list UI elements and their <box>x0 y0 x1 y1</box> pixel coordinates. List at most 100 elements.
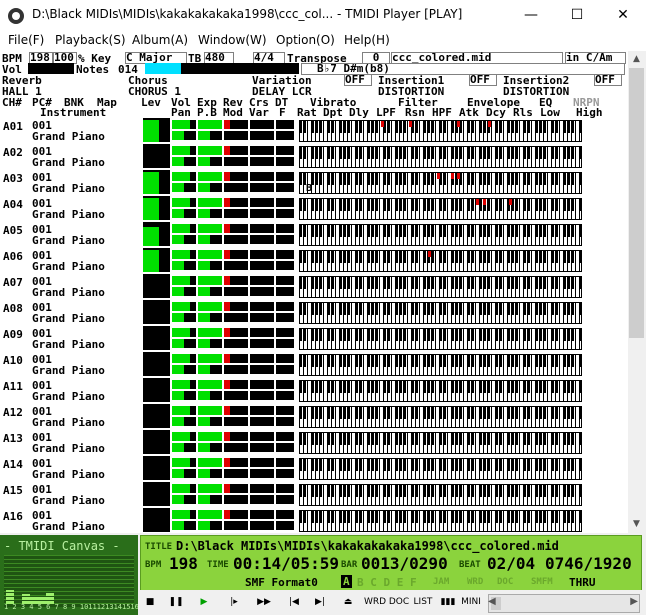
channel-row[interactable]: A14 001 Grand Piano <box>0 455 628 481</box>
param-bar <box>276 469 294 478</box>
list-button[interactable]: LIST <box>412 593 434 611</box>
black-keys <box>300 277 581 289</box>
channel-row[interactable]: A04 001 Grand Piano <box>0 195 628 221</box>
param-fill <box>198 183 210 192</box>
channel-row[interactable]: A12 001 Grand Piano <box>0 403 628 429</box>
slider-left-icon[interactable]: ◀ <box>488 596 496 607</box>
channel-row[interactable]: A07 001 Grand Piano <box>0 273 628 299</box>
channel-row[interactable]: A01 001 Grand Piano <box>0 117 628 143</box>
channel-label: A04 <box>3 198 23 211</box>
previous-icon[interactable]: |◀ <box>284 593 304 611</box>
param-bar <box>224 172 248 181</box>
param-fill <box>198 276 222 285</box>
param-bar <box>250 276 274 285</box>
black-keys <box>300 433 581 445</box>
param-fill <box>172 250 190 259</box>
menu-help[interactable]: Help(H) <box>344 33 390 47</box>
param-bar <box>276 157 294 166</box>
menu-option[interactable]: Option(O) <box>276 33 335 47</box>
level-icon[interactable]: ▮▮▮ <box>438 593 458 611</box>
menu-window[interactable]: Window(W) <box>198 33 267 47</box>
channel-row[interactable]: A15 001 Grand Piano <box>0 481 628 507</box>
param-bar <box>224 287 248 296</box>
param-fill <box>224 276 230 285</box>
channel-row[interactable]: A13 001 Grand Piano <box>0 429 628 455</box>
param-bar <box>276 510 294 519</box>
scroll-down-icon[interactable]: ▼ <box>628 516 645 533</box>
param-bar <box>224 261 248 270</box>
fast-forward-icon[interactable]: ▶▶ <box>254 593 274 611</box>
menu-file[interactable]: File(F) <box>8 33 44 47</box>
level-meter <box>143 118 170 142</box>
param-bar <box>250 198 274 207</box>
param-bar <box>198 313 222 322</box>
close-button[interactable]: ✕ <box>600 0 646 31</box>
channel-label: A05 <box>3 224 23 237</box>
slider-right-icon[interactable]: ▶ <box>630 596 638 607</box>
param-bar <box>250 339 274 348</box>
scroll-thumb[interactable] <box>629 68 644 338</box>
active-note <box>476 199 479 205</box>
channel-row[interactable]: A11 001 Grand Piano <box>0 377 628 403</box>
doc-button[interactable]: DOC <box>388 593 410 611</box>
param-bar <box>224 443 248 452</box>
channel-label: A10 <box>3 354 23 367</box>
param-bar <box>198 365 222 374</box>
param-fill <box>198 391 210 400</box>
param-fill <box>198 406 222 415</box>
play-icon[interactable]: ▶ <box>194 593 214 611</box>
param-bar <box>172 146 196 155</box>
param-bar <box>224 235 248 244</box>
param-fill <box>198 380 222 389</box>
info-tick-value: 0746/1920 <box>545 554 632 573</box>
param-bar <box>172 131 196 140</box>
eject-icon[interactable]: ⏏ <box>338 593 358 611</box>
param-fill <box>172 287 184 296</box>
param-fill <box>198 302 222 311</box>
param-bar <box>250 432 274 441</box>
scroll-up-icon[interactable]: ▲ <box>628 51 645 68</box>
black-keys <box>300 225 581 237</box>
param-bar <box>172 183 196 192</box>
channel-row[interactable]: A05 001 Grand Piano <box>0 221 628 247</box>
param-bar <box>172 313 196 322</box>
param-fill <box>172 391 184 400</box>
menu-playback[interactable]: Playback(S) <box>55 33 126 47</box>
param-bar <box>198 302 222 311</box>
param-bar <box>224 406 248 415</box>
instrument-name: Grand Piano <box>32 364 105 377</box>
param-bar <box>276 131 294 140</box>
channel-row[interactable]: A08 001 Grand Piano <box>0 299 628 325</box>
pause-icon[interactable]: ❚❚ <box>166 593 186 611</box>
menu-album[interactable]: Album(A) <box>132 33 188 47</box>
step-icon[interactable]: |▸ <box>224 593 244 611</box>
param-bar <box>198 328 222 337</box>
stop-icon[interactable]: ■ <box>140 593 160 611</box>
param-bar <box>198 417 222 426</box>
piano-keyboard <box>299 146 582 168</box>
channel-row[interactable]: A10 001 Grand Piano <box>0 351 628 377</box>
channel-row[interactable]: A16 001 Grand Piano <box>0 507 628 533</box>
channel-row[interactable]: A03 001 Grand Piano B <box>0 169 628 195</box>
param-bar <box>224 521 248 530</box>
mini-button[interactable]: MINI <box>460 593 482 611</box>
param-fill <box>224 146 230 155</box>
channel-label: A08 <box>3 302 23 315</box>
maximize-button[interactable]: ☐ <box>554 0 600 31</box>
next-icon[interactable]: ▶| <box>310 593 330 611</box>
param-bar <box>198 183 222 192</box>
channel-row[interactable]: A09 001 Grand Piano <box>0 325 628 351</box>
position-slider[interactable]: ◀ ▶ <box>488 594 640 613</box>
minimize-button[interactable]: — <box>508 0 554 31</box>
wrd-button[interactable]: WRD <box>364 593 386 611</box>
param-bar <box>276 432 294 441</box>
param-bar <box>198 354 222 363</box>
channel-row[interactable]: A02 001 Grand Piano <box>0 143 628 169</box>
black-keys <box>300 303 581 315</box>
piano-keyboard <box>299 484 582 506</box>
param-fill <box>172 261 184 270</box>
level-meter <box>143 170 170 194</box>
param-fill <box>172 183 184 192</box>
vertical-scrollbar[interactable]: ▲ ▼ <box>628 51 645 533</box>
channel-row[interactable]: A06 001 Grand Piano <box>0 247 628 273</box>
